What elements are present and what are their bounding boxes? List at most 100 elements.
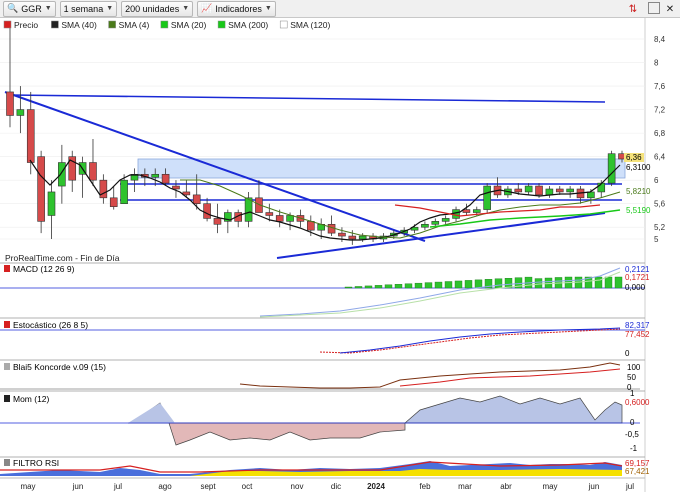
macd-tick: 0,000 xyxy=(625,283,646,292)
y-tick-label: 8,4 xyxy=(654,35,666,44)
x-tick-label: 2024 xyxy=(367,482,385,491)
candle-body xyxy=(431,221,440,225)
candle-body xyxy=(89,162,97,181)
candle-body xyxy=(109,197,118,207)
candle-body xyxy=(26,109,35,163)
legend-swatch xyxy=(51,20,59,29)
candle-body xyxy=(472,209,481,213)
macd-histogram-bar xyxy=(364,285,373,289)
candle-body xyxy=(607,153,616,184)
blai5-tick: 100 xyxy=(627,363,641,372)
y-tick-label: 5,2 xyxy=(654,223,666,232)
candle-body xyxy=(358,235,367,240)
x-tick-label: oct xyxy=(242,482,253,491)
candle-body xyxy=(545,188,554,196)
x-tick-label: feb xyxy=(419,482,431,491)
candle-body xyxy=(535,185,543,196)
candle-body xyxy=(348,235,357,240)
toolbar: 🔍 GGR ▼ 1 semana ▼ 200 unidades ▼ 📈 Indi… xyxy=(0,0,680,18)
x-tick-label: ago xyxy=(158,482,172,491)
y-tick-label: 8 xyxy=(654,59,659,68)
magnifier-icon: 🔍 xyxy=(7,3,19,13)
macd-histogram-bar xyxy=(464,280,473,289)
y-tick-label: 6 xyxy=(654,176,659,185)
x-tick-label: dic xyxy=(331,482,341,491)
x-tick-label: may xyxy=(20,482,35,491)
candle-body xyxy=(244,197,253,222)
macd-histogram-bar xyxy=(404,283,413,289)
legend-item: SMA (200) xyxy=(228,20,268,30)
x-tick-label: jul xyxy=(113,482,122,491)
legend-swatch xyxy=(217,20,226,29)
candle-body xyxy=(566,188,574,193)
x-tick-label: jun xyxy=(72,482,84,491)
y-tick-label: 6,4 xyxy=(654,153,666,162)
legend-item: SMA (4) xyxy=(119,20,150,30)
macd-histogram-bar xyxy=(454,280,463,289)
candle-body xyxy=(265,212,274,216)
period-select[interactable]: 1 semana ▼ xyxy=(59,0,118,17)
stoch-label: Estocástico (26 8 5) xyxy=(13,320,88,330)
candle-body xyxy=(483,185,491,210)
candle-body xyxy=(307,221,315,231)
y-tick-label: 5 xyxy=(654,235,659,244)
indicators-icon: 📈 xyxy=(201,3,213,13)
blai5-label: Blai5 Koncorde v.09 (15) xyxy=(13,362,106,372)
macd-histogram-bar xyxy=(394,284,403,289)
sma-tag: 5,8210 xyxy=(626,187,651,196)
mom-tick: 0 xyxy=(630,418,635,427)
macd-histogram-bar xyxy=(344,286,353,289)
close-icon[interactable]: ✕ xyxy=(663,2,677,16)
macd-histogram-bar xyxy=(434,281,443,289)
x-tick-label: jun xyxy=(588,482,600,491)
ticker-select[interactable]: 🔍 GGR ▼ xyxy=(3,0,56,17)
candle-body xyxy=(16,109,25,116)
candle-body xyxy=(555,188,564,193)
candle-body xyxy=(172,185,180,190)
candle-body xyxy=(524,185,533,193)
chart-area: Precio SMA (40) SMA (4) SMA (20) SMA (200) SM… xyxy=(0,18,680,492)
indicators-button[interactable]: 📈 Indicadores ▼ xyxy=(197,0,276,17)
stoch-tick: 77,452 xyxy=(625,330,650,339)
x-tick-label: jul xyxy=(625,482,634,491)
legend-item: SMA (20) xyxy=(171,20,207,30)
chevron-down-icon: ▼ xyxy=(106,5,114,12)
mom-tick: -1 xyxy=(630,444,638,453)
candle-body xyxy=(286,215,294,222)
macd-histogram-bar xyxy=(604,276,613,289)
units-select[interactable]: 200 unidades ▼ xyxy=(121,0,194,17)
candle-body xyxy=(58,162,66,187)
resistance-zone xyxy=(137,158,626,179)
macd-histogram-bar xyxy=(384,284,393,289)
legend-swatch xyxy=(279,20,288,29)
mom-tick: -0,5 xyxy=(625,430,639,439)
macd-histogram-bar xyxy=(424,282,433,289)
candle-body xyxy=(192,194,201,205)
macd-histogram-bar xyxy=(594,276,603,289)
macd-histogram-bar xyxy=(494,278,503,289)
legend-item: SMA (40) xyxy=(61,20,97,30)
x-tick-label: mar xyxy=(458,482,472,491)
chevron-down-icon: ▼ xyxy=(44,5,52,12)
x-tick-label: nov xyxy=(291,482,304,491)
legend-swatch xyxy=(108,20,116,29)
candle-body xyxy=(203,203,211,219)
macd-histogram-bar xyxy=(374,285,383,289)
candle-body xyxy=(462,209,471,213)
candle-body xyxy=(151,173,160,178)
price-tag: 6,3100 xyxy=(626,163,651,172)
trend-icon[interactable]: ⇅ xyxy=(626,2,640,16)
candle-body xyxy=(213,218,222,225)
chevron-down-icon: ▼ xyxy=(182,5,190,12)
candle-body xyxy=(452,209,460,219)
x-tick-label: may xyxy=(542,482,557,491)
candle-body xyxy=(37,156,45,222)
y-tick-label: 7,6 xyxy=(654,82,666,91)
macd-histogram-bar xyxy=(444,281,453,289)
last-price-tag: 6,36 xyxy=(626,153,642,162)
y-tick-label: 7,2 xyxy=(654,106,666,115)
maximize-icon[interactable] xyxy=(648,2,660,14)
source-label: ProRealTime.com - Fin de Día xyxy=(5,253,120,263)
legend-item: SMA (120) xyxy=(290,20,330,30)
candle-body xyxy=(587,191,595,199)
